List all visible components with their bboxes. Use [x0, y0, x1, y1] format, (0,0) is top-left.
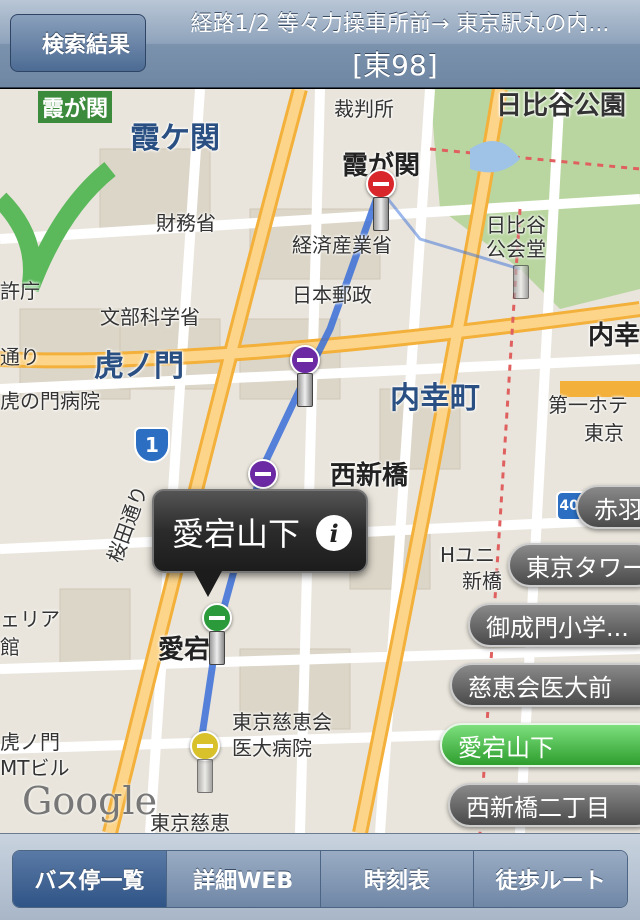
- map-label-uchisai2: 内幸: [588, 321, 640, 351]
- map-label-monbu: 文部科学省: [100, 305, 200, 329]
- map-label-dori: 通り: [0, 345, 40, 369]
- stop-pill-tokyo-tower[interactable]: 東京タワー: [508, 543, 640, 587]
- tab-bus-stop-list[interactable]: バス停一覧: [13, 851, 167, 907]
- tab-timetable[interactable]: 時刻表: [320, 851, 475, 907]
- map-label-hibiya-park: 日比谷公園: [496, 91, 627, 121]
- stop-pill-onarimon[interactable]: 御成門小学...: [468, 603, 640, 647]
- stop-callout[interactable]: 愛宕山下 i: [152, 489, 368, 597]
- map-label-daiichi-hotel: 第一ホテ: [548, 393, 628, 417]
- bus-stop-pin-yellow[interactable]: [190, 731, 220, 761]
- info-icon[interactable]: i: [316, 515, 352, 551]
- bus-stop-pole-icon: [297, 373, 313, 407]
- map-label-zaimusho: 財務省: [156, 211, 216, 235]
- map-label-h-unit: Hユニ: [440, 543, 496, 567]
- route-title: 経路1/2 等々力操車所前→ 東京駅丸の内...: [190, 12, 610, 37]
- bus-stop-pin-purple[interactable]: [290, 345, 320, 375]
- tab-walking-route[interactable]: 徒歩ルート: [474, 851, 627, 907]
- map-label-keizai: 経済産業省: [292, 233, 392, 257]
- map-label-saibansho: 裁判所: [334, 97, 394, 121]
- map-label-kan: 館: [0, 635, 20, 659]
- map-label-tokyo-jikei: 東京慈恵: [150, 811, 230, 833]
- google-logo: Google: [22, 779, 158, 823]
- map-label-toranomon: 虎ノ門: [94, 349, 184, 384]
- stop-pill-jikei-idai[interactable]: 慈恵会医大前: [450, 663, 640, 707]
- back-button-label: 検索結果: [41, 33, 130, 58]
- map-label-shinbashi: 新橋: [462, 569, 502, 593]
- map-label-nihon-yusei: 日本郵政: [292, 283, 372, 307]
- stop-pill-atago-yamashita[interactable]: 愛宕山下: [440, 723, 640, 767]
- map-label-uchisaiwaicho: 内幸町: [390, 381, 480, 416]
- bottom-toolbar: バス停一覧 詳細WEB 時刻表 徒歩ルート: [0, 833, 640, 920]
- map-label-kasumigaseki-station: 霞ケ関: [130, 121, 220, 156]
- bus-stop-pole-icon: [513, 265, 529, 299]
- route-shield-1: 1: [134, 427, 170, 463]
- bus-stop-pole-icon: [373, 197, 389, 231]
- tab-detail-web[interactable]: 詳細WEB: [166, 851, 321, 907]
- bus-stop-pin-green[interactable]: [202, 603, 232, 633]
- map-label-eria: ェリア: [0, 607, 60, 631]
- route-number: [東98]: [352, 49, 438, 82]
- bus-stop-pole-icon: [209, 631, 225, 665]
- map-label-byoin: 虎の門病院: [0, 389, 100, 413]
- stop-pill-akabane[interactable]: 赤羽: [576, 485, 640, 529]
- navigation-bar: 検索結果 経路1/2 等々力操車所前→ 東京駅丸の内... [東98]: [0, 0, 640, 88]
- map-label-jikei-hospital: 東京慈恵会 医大病院: [232, 710, 332, 760]
- map-label-tokkyo: 許庁: [0, 279, 40, 303]
- bus-stop-pole-icon: [197, 759, 213, 793]
- map-label-tokyo: 東京: [584, 421, 624, 445]
- segmented-control: バス停一覧 詳細WEB 時刻表 徒歩ルート: [12, 850, 628, 908]
- back-button[interactable]: 検索結果: [10, 14, 146, 72]
- stop-pill-nishishinbashi-2[interactable]: 西新橋二丁目: [448, 783, 640, 827]
- bus-stop-pin-purple-2[interactable]: [248, 459, 278, 489]
- map-label-kasumigaseki-tag: 霞が関: [38, 91, 113, 123]
- map-label-toranomon-mt: 虎ノ門 MTビル: [0, 730, 70, 780]
- app-root: 検索結果 経路1/2 等々力操車所前→ 東京駅丸の内... [東98] 霞が関 …: [0, 0, 640, 920]
- map-label-atago: 愛宕: [158, 635, 211, 665]
- map-label-nishishinbashi: 西新橋: [330, 461, 409, 491]
- map-view[interactable]: 霞が関 霞ケ関 霞が関 裁判所 日比谷公園 財務省 経済産業省 日比谷 公会堂 …: [0, 89, 640, 833]
- callout-title: 愛宕山下: [172, 515, 301, 553]
- map-label-hibiya-kokaido: 日比谷 公会堂: [486, 213, 546, 261]
- bus-stop-pin-red[interactable]: [366, 169, 396, 199]
